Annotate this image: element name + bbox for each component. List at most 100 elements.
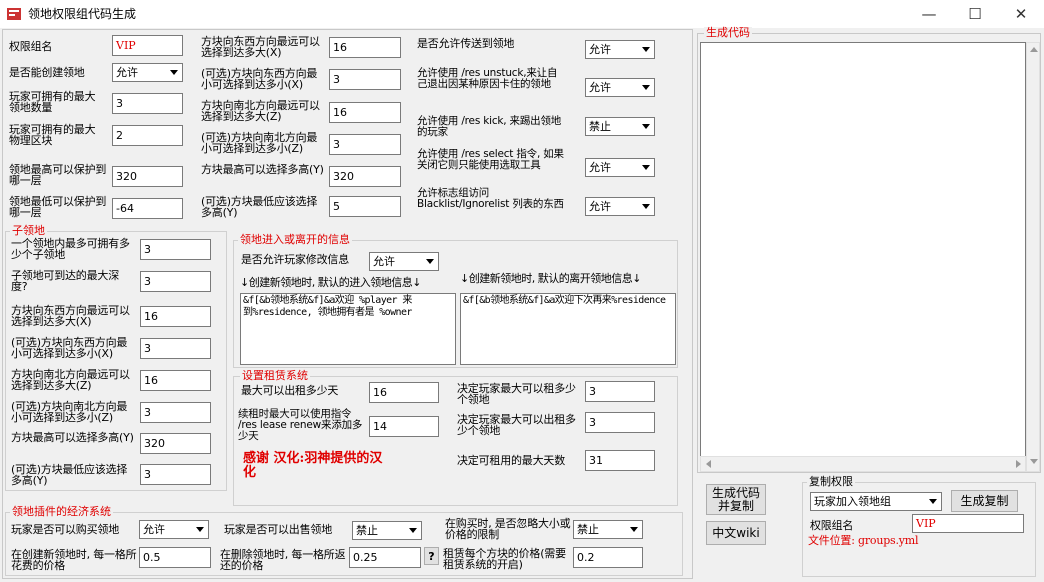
rent-max-rentout-label: 决定玩家最大可以出租多少个领地 [457, 413, 576, 437]
generate-copy-button[interactable]: 生成代码并复制 [706, 484, 766, 515]
min-y-label: 领地最低可以保护到哪一层 [9, 195, 107, 219]
size-ns-min-input[interactable]: 3 [329, 134, 401, 155]
thanks-text: 感谢 汉化:羽神提供的汉化 [243, 451, 383, 480]
leave-message-textarea[interactable]: &f[&b领地系统&f]&a欢迎下次再来%residence [460, 293, 676, 365]
econ-delete-refund-input[interactable]: 0.25 [349, 547, 421, 568]
min-y-input[interactable]: -64 [112, 198, 183, 219]
econ-create-cost-label: 在创建新领地时, 每一格所花费的价格 [11, 548, 137, 572]
scroll-right-icon[interactable] [1016, 460, 1021, 468]
window-title: 领地权限组代码生成 [28, 7, 137, 21]
chinese-wiki-button[interactable]: 中文wiki [706, 521, 766, 545]
rent-max-rent-label: 决定玩家最大可以租多少个领地 [457, 382, 576, 406]
econ-buy-label: 玩家是否可以购买领地 [11, 523, 119, 536]
econ-rent-cost-input[interactable]: 0.2 [573, 547, 643, 568]
rent-renew-input[interactable]: 14 [369, 416, 439, 437]
code-title: 生成代码 [704, 26, 752, 39]
size-y-min-input[interactable]: 5 [329, 196, 401, 217]
subzone-depth-label: 子领地可到达的最大深度? [11, 269, 119, 293]
copy-type-value: 玩家加入领地组 [814, 495, 891, 508]
econ-buy-select[interactable]: 允许 [139, 520, 209, 539]
allow-edit-label: 是否允许玩家修改信息 [241, 253, 349, 266]
kick-label: 允许使用 /res kick, 来踢出领地的玩家 [417, 115, 562, 138]
select-select[interactable]: 允许 [585, 158, 655, 177]
can-create-value: 允许 [116, 66, 138, 79]
rent-max-days-label: 最大可以出租多少天 [241, 384, 339, 397]
size-ns-max-label: 方块向南北方向最远可以选择到达多大(Z) [201, 99, 320, 123]
maximize-button[interactable]: ☐ [952, 0, 998, 28]
max-res-input[interactable]: 3 [112, 93, 183, 114]
enter-message-label: ↓创建新领地时, 默认的进入领地信息↓ [240, 276, 421, 289]
help-button[interactable]: ? [424, 547, 439, 565]
subzone-ns-min-label: (可选)方块向南北方向最小可选择到达多小(Z) [11, 400, 128, 424]
chevron-down-icon [192, 521, 208, 538]
rent-renew-label: 续租时最大可以使用指令 /res lease renew来添加多少天 [238, 408, 363, 442]
size-ew-min-input[interactable]: 3 [329, 69, 401, 90]
subzone-max-count-input[interactable]: 3 [140, 239, 211, 260]
unstuck-select[interactable]: 允许 [585, 78, 655, 97]
close-button[interactable]: ✕ [998, 0, 1044, 28]
allow-edit-select[interactable]: 允许 [369, 252, 439, 271]
size-y-max-input[interactable]: 320 [329, 166, 401, 187]
size-ns-max-input[interactable]: 16 [329, 102, 401, 123]
tp-label: 是否允许传送到领地 [417, 37, 515, 50]
copy-type-select[interactable]: 玩家加入领地组 [810, 492, 942, 511]
max-phys-label: 玩家可拥有的最大物理区块 [9, 123, 96, 147]
minimize-button[interactable]: — [906, 0, 952, 28]
econ-ignore-limit-value: 禁止 [577, 523, 599, 536]
file-location-text: 文件位置: groups.yml [808, 534, 919, 547]
subzone-y-min-label: (可选)方块最低应该选择多高(Y) [11, 463, 128, 487]
code-output-textarea[interactable] [700, 42, 1026, 472]
can-create-select[interactable]: 允许 [112, 63, 183, 82]
generate-copy-perm-button[interactable]: 生成复制 [951, 490, 1018, 512]
rent-max-rentout-input[interactable]: 3 [585, 412, 655, 433]
max-res-label: 玩家可拥有的最大领地数量 [9, 90, 96, 114]
chevron-down-icon [626, 521, 642, 538]
subzone-ew-max-input[interactable]: 16 [140, 306, 211, 327]
rent-max-rentable-input[interactable]: 31 [585, 450, 655, 471]
chevron-down-icon [925, 493, 941, 510]
econ-delete-refund-label: 在删除领地时, 每一格所返还的价格 [220, 548, 346, 572]
copy-perm-name-input[interactable]: VIP [912, 514, 1024, 533]
subzone-y-max-label: 方块最高可以选择多高(Y) [11, 431, 134, 444]
econ-rent-cost-label: 租赁每个方块的价格(需要租赁系统的开启) [443, 547, 566, 571]
subzone-y-max-input[interactable]: 320 [140, 433, 211, 454]
subzone-max-count-label: 一个领地内最多可拥有多少个子领地 [11, 237, 130, 261]
blacklist-select[interactable]: 允许 [585, 197, 655, 216]
scroll-up-icon[interactable] [1030, 47, 1038, 52]
can-create-label: 是否能创建领地 [9, 66, 85, 79]
tp-select[interactable]: 允许 [585, 40, 655, 59]
subzone-ns-max-input[interactable]: 16 [140, 370, 211, 391]
leave-message-label: ↓创建新领地时, 默认的离开领地信息↓ [460, 272, 641, 285]
rent-title: 设置租赁系统 [240, 369, 310, 382]
code-scrollbar[interactable] [1026, 42, 1040, 472]
blacklist-label: 允许标志组访问Blacklist/Ignorelist 列表的东西 [417, 187, 564, 210]
subzone-y-min-input[interactable]: 3 [140, 464, 211, 485]
rent-max-rent-input[interactable]: 3 [585, 381, 655, 402]
kick-value: 禁止 [589, 120, 611, 133]
enter-message-textarea[interactable]: &f[&b领地系统&f]&a欢迎 %player 来到%residence, 领… [240, 293, 456, 365]
econ-sell-value: 禁止 [356, 524, 378, 537]
econ-ignore-limit-select[interactable]: 禁止 [573, 520, 643, 539]
rent-max-rentable-label: 决定可租用的最大天数 [457, 454, 565, 467]
max-y-input[interactable]: 320 [112, 166, 183, 187]
rent-max-days-input[interactable]: 16 [369, 382, 439, 403]
scroll-down-icon[interactable] [1030, 459, 1038, 464]
max-phys-input[interactable]: 2 [112, 125, 183, 146]
allow-edit-value: 允许 [373, 255, 395, 268]
subzone-depth-input[interactable]: 3 [140, 271, 211, 292]
subzone-ew-min-input[interactable]: 3 [140, 338, 211, 359]
size-y-max-label: 方块最高可以选择多高(Y) [201, 163, 324, 176]
scroll-left-icon[interactable] [706, 460, 711, 468]
size-ew-max-input[interactable]: 16 [329, 37, 401, 58]
perm-name-input[interactable]: VIP [112, 35, 183, 56]
kick-select[interactable]: 禁止 [585, 117, 655, 136]
code-hscrollbar[interactable] [700, 456, 1026, 472]
chevron-down-icon [638, 118, 654, 135]
copy-perm-name-label: 权限组名 [810, 519, 854, 532]
chevron-down-icon [422, 253, 438, 270]
econ-create-cost-input[interactable]: 0.5 [139, 547, 211, 568]
chevron-down-icon [166, 64, 182, 81]
econ-sell-select[interactable]: 禁止 [352, 521, 422, 540]
select-value: 允许 [589, 161, 611, 174]
subzone-ns-min-input[interactable]: 3 [140, 402, 211, 423]
